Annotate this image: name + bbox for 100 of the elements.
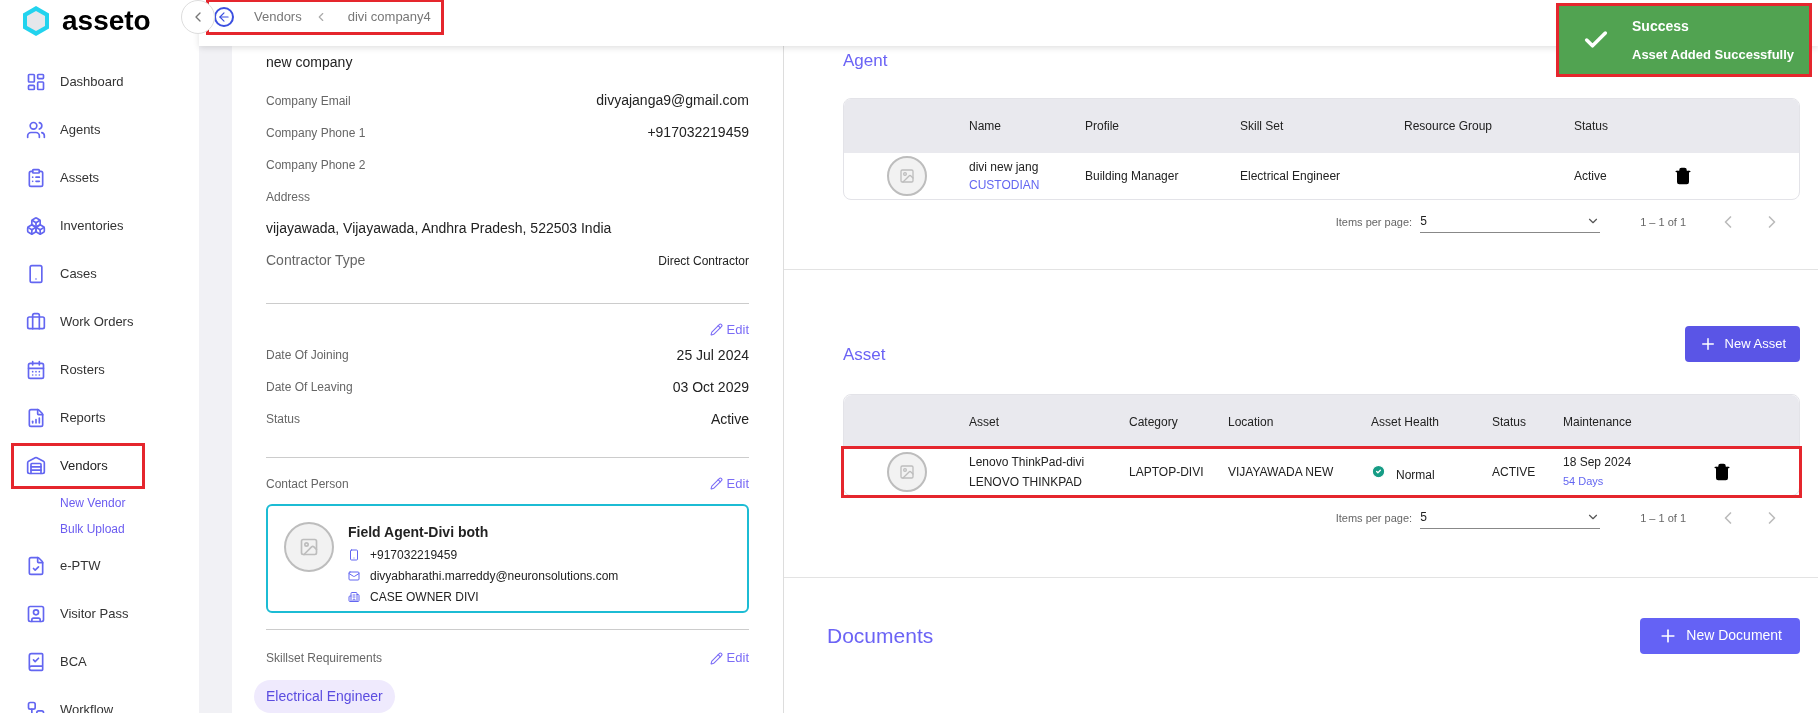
field-label: Date Of Leaving [266,379,353,397]
column-header: Name [969,117,1002,135]
image-icon [898,167,915,184]
pencil-icon [709,322,723,336]
field-value: 25 Jul 2024 [676,345,749,365]
sidebar-subitem[interactable]: Bulk Upload [0,516,199,542]
briefcase-icon [26,312,46,332]
clipboard-icon [26,168,46,188]
edit-link[interactable]: Edit [709,319,749,340]
asset-name: Lenovo ThinkPad-divi [969,453,1086,471]
column-header: Profile [1085,117,1120,135]
column-header: Status [1574,117,1610,135]
field-label: Company Phone 2 [266,156,366,174]
company-name: new company [266,53,354,72]
page-range: 1 – 1 of 1 [1640,510,1686,526]
section-title: Agent [843,50,888,72]
field-label: Date Of Joining [266,347,349,365]
field-value: +917032219459 [647,123,749,143]
column-header: Asset [969,413,1000,431]
page-size-select[interactable]: 5 [1420,211,1601,233]
items-per-page-label: Items per page: [1335,214,1413,230]
users-icon [26,120,46,140]
dashboard-icon [26,72,46,92]
phone-icon [348,548,360,561]
asset-row[interactable]: Lenovo ThinkPad-divi LENOVO THINKPAD LAPTOP-DIVI VIJAYAWADA NEW Normal ACTIVE 18 Sep 2024 54 Days [844,448,1799,495]
check-circle-icon [1371,464,1386,479]
building-icon [348,590,360,603]
section-label: Skillset Requirements [266,650,383,668]
new-document-button[interactable]: New Document [1640,617,1800,654]
page-size-select[interactable]: 5 [1420,507,1601,529]
field-value: Direct Contractor [658,252,749,270]
field-value: Active [710,409,749,429]
sidebar-item[interactable]: Inventories [14,206,142,246]
sidebar-item[interactable]: Cases [14,254,142,294]
asset-model: LENOVO THINKPAD [969,473,1083,491]
sidebar-subitem[interactable]: New Vendor [0,490,199,516]
phone-icon [26,264,46,284]
sidebar-item[interactable]: e-PTW [14,546,142,586]
document-check-icon [26,556,46,576]
contact-phone: +917032219459 [370,546,458,564]
section-title: Documents [827,622,934,649]
contact-role: CASE OWNER DIVI [370,588,479,606]
book-check-icon [26,652,46,672]
edit-link[interactable]: Edit [709,648,749,668]
column-header: Skill Set [1240,117,1285,135]
edit-link[interactable]: Edit [709,474,749,494]
section-label: Contact Person [266,475,349,493]
skill-tag: Electrical Engineer [254,679,395,713]
sidebar-item[interactable]: Vendors [14,446,142,486]
contact-name: Field Agent-Divi both [348,522,490,542]
report-icon [26,408,46,428]
image-icon [299,536,319,557]
page-range: 1 – 1 of 1 [1640,214,1686,230]
maintenance-days: 54 Days [1563,473,1713,490]
address-value: vijayawada, Vijayawada, Andhra Pradesh, 522503 India [266,219,613,239]
sidebar-item[interactable]: Assets [14,158,142,198]
delete-icon[interactable] [1674,166,1692,185]
pencil-icon [709,651,723,665]
sidebar-item[interactable]: Work Orders [14,302,142,342]
field-value: 03 Oct 2029 [672,377,749,397]
agent-role: CUSTODIAN [969,176,1041,194]
sidebar-item[interactable]: Reports [14,398,142,438]
table-cell-text: LAPTOP-DIVI [1129,463,1205,481]
field-label: Status [266,411,301,429]
maintenance-date: 18 Sep 2024 [1563,454,1633,472]
breadcrumb-link[interactable]: Vendors [254,7,302,27]
field-label: Address [266,188,311,206]
sidebar-item[interactable]: BCA [14,642,142,682]
items-per-page-label: Items per page: [1335,510,1413,526]
pencil-icon [709,477,723,491]
image-icon [898,463,915,480]
delete-icon[interactable] [1713,462,1731,481]
table-cell-text: Active [1574,167,1608,185]
mail-icon [348,569,360,582]
new-asset-button[interactable]: New Asset [1684,325,1800,362]
logo-text: asseto [62,4,151,38]
column-header: Resource Group [1404,117,1494,135]
logo-icon [20,5,52,37]
breadcrumb-link[interactable]: divi company4 [347,7,431,27]
sidebar-item[interactable]: Agents [14,110,142,150]
column-header: Category [1129,413,1179,431]
table-cell-text: Electrical Engineer [1240,167,1342,185]
collapse-sidebar-button[interactable] [181,0,215,34]
column-header: Location [1228,413,1275,431]
agent-name: divi new jang [969,158,1040,176]
toast-title: Success [1632,16,1689,36]
field-label: Contractor Type [266,251,366,271]
column-header: Asset Health [1371,413,1441,431]
column-header: Status [1492,413,1528,431]
sidebar-item[interactable]: Rosters [14,350,142,390]
column-header: Maintenance [1563,413,1633,431]
toast-message: Asset Added Successfully [1632,45,1795,64]
sidebar-item[interactable]: Dashboard [14,62,142,102]
back-icon[interactable] [214,7,234,27]
sidebar-item[interactable]: Visitor Pass [14,594,142,634]
contact-email: divyabharathi.marreddy@neuronsolutions.com [370,567,619,585]
field-value: divyajanga9@gmail.com [596,91,749,111]
section-title: Asset [843,344,886,366]
warehouse-icon [26,456,46,476]
id-card-icon [26,604,46,624]
